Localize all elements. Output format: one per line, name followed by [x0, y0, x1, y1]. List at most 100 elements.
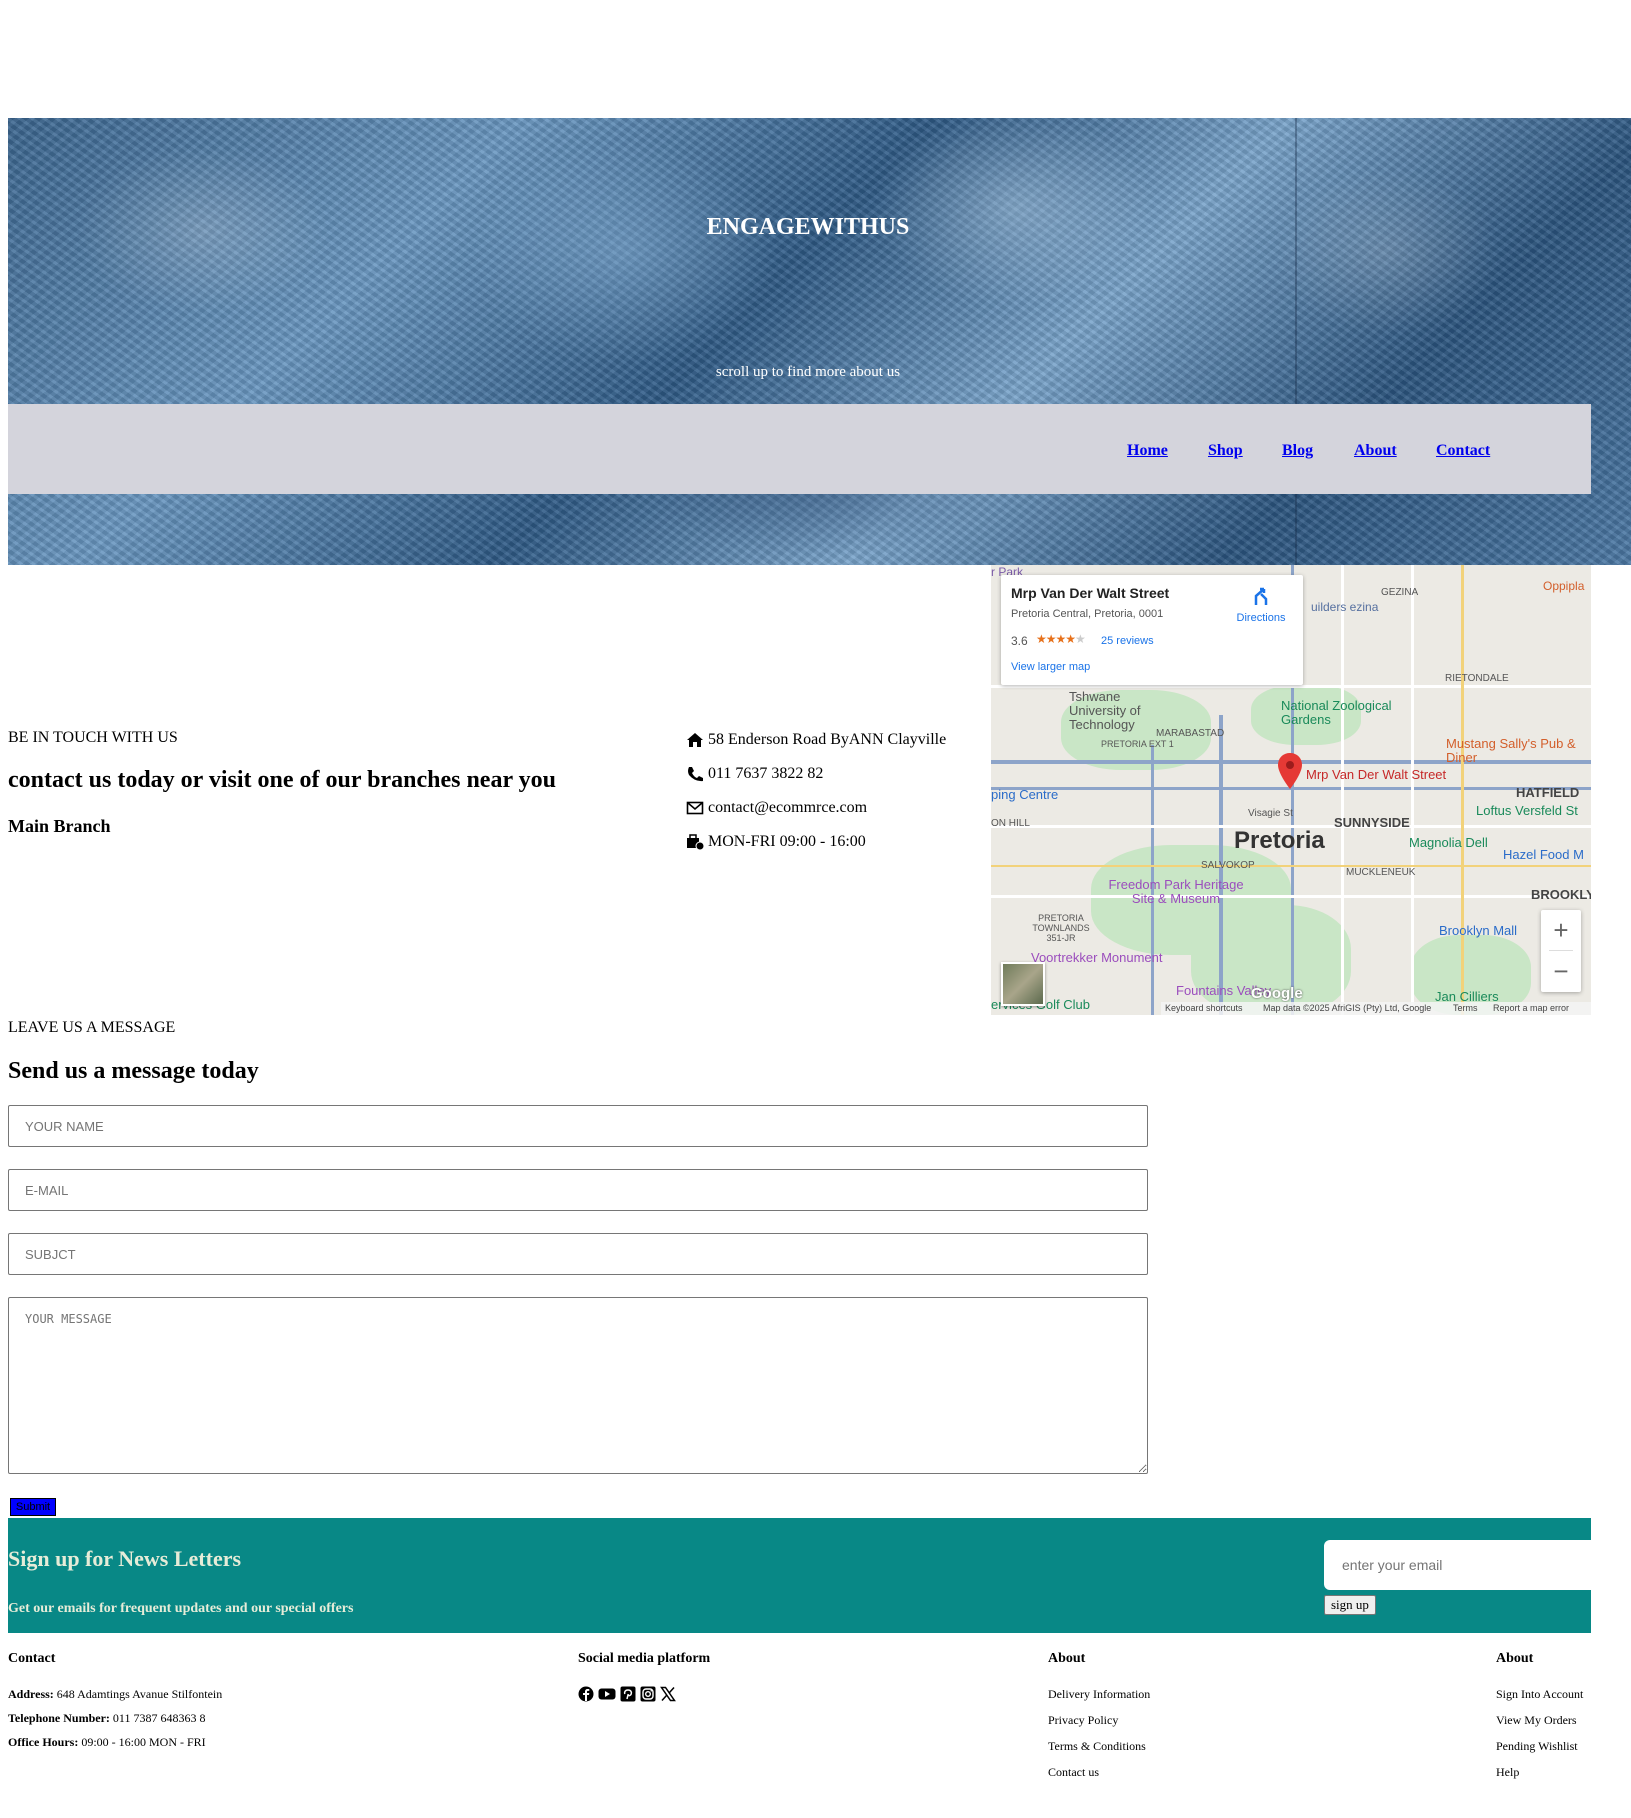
- map-label-pretoria-ext: PRETORIA EXT 1: [1101, 739, 1174, 749]
- place-address: Pretoria Central, Pretoria, 0001: [1011, 608, 1164, 620]
- report-map-error-link[interactable]: Report a map error: [1493, 1003, 1569, 1013]
- footer-hours: Office Hours: 09:00 - 16:00 MON - FRI: [8, 1735, 206, 1749]
- delivery-information-link[interactable]: Delivery Information: [1048, 1687, 1150, 1702]
- navigation-bar: Home Shop Blog About Contact: [8, 404, 1591, 494]
- map-place-card: Mrp Van Der Walt Street Pretoria Central…: [1001, 575, 1303, 685]
- rating-stars-icon: ★★★★★: [1036, 632, 1086, 646]
- social-icons: [578, 1686, 676, 1702]
- map-label-hill: ON HILL: [991, 818, 1030, 829]
- phone-text: 011 7637 3822 82: [708, 765, 824, 782]
- nav-about[interactable]: About: [1354, 442, 1397, 460]
- keyboard-shortcuts-link[interactable]: Keyboard shortcuts: [1165, 1003, 1243, 1013]
- address-row: 58 Enderson Road ByANN Clayville: [686, 731, 946, 749]
- email-field[interactable]: [8, 1169, 1148, 1211]
- pending-wishlist-link[interactable]: Pending Wishlist: [1496, 1739, 1578, 1754]
- facebook-icon[interactable]: [578, 1686, 594, 1702]
- phone-row: 011 7637 3822 82: [686, 765, 823, 783]
- map-label-hazel: Hazel Food M: [1503, 847, 1584, 862]
- directions-button[interactable]: Directions: [1226, 585, 1296, 624]
- nav-contact[interactable]: Contact: [1436, 442, 1490, 460]
- map-label-freedom-park: Freedom Park Heritage Site & Museum: [1108, 877, 1244, 906]
- view-larger-map-link[interactable]: View larger map: [1011, 661, 1090, 673]
- instagram-icon[interactable]: [640, 1686, 656, 1702]
- satellite-toggle[interactable]: [1001, 962, 1045, 1006]
- phone-icon: [688, 767, 703, 782]
- email-text: contact@ecommrce.com: [708, 799, 868, 816]
- map-label-tut: Tshwane University of Technology: [1069, 689, 1141, 732]
- help-link[interactable]: Help: [1496, 1765, 1519, 1780]
- map-label-mustang: Mustang Sally's Pub & Diner: [1446, 736, 1576, 765]
- hero-subtitle: scroll up to find more about us: [715, 364, 901, 380]
- footer-about-heading-2: About: [1496, 1651, 1534, 1666]
- map-attribution: Map data ©2025 AfriGIS (Pty) Ltd, Google: [1263, 1003, 1432, 1013]
- footer-phone: Telephone Number: 011 7387 648363 8: [8, 1711, 206, 1725]
- map-label-voortrekker: Voortrekker Monument: [1031, 950, 1163, 965]
- email-row: contact@ecommrce.com: [686, 799, 867, 817]
- business-time-icon: [687, 834, 704, 850]
- contact-us-link[interactable]: Contact us: [1048, 1765, 1099, 1780]
- newsletter-title: Sign up for News Letters: [8, 1546, 242, 1571]
- nav-blog[interactable]: Blog: [1282, 442, 1313, 460]
- view-my-orders-link[interactable]: View My Orders: [1496, 1713, 1577, 1728]
- map-label-gezina: GEZINA: [1381, 587, 1419, 598]
- map-label-townlands: PRETORIA TOWNLANDS 351-JR: [1032, 913, 1090, 943]
- newsletter-email-input[interactable]: [1324, 1540, 1591, 1590]
- map-footer: Keyboard shortcuts Map data ©2025 AfriGI…: [1161, 1002, 1591, 1015]
- map-label-builders: uilders ezina: [1311, 600, 1379, 614]
- terms-conditions-link[interactable]: Terms & Conditions: [1048, 1739, 1146, 1754]
- nav-home[interactable]: Home: [1127, 442, 1168, 460]
- directions-label: Directions: [1236, 612, 1286, 624]
- zoom-out-button[interactable]: −: [1541, 951, 1581, 991]
- footer-address: Address: 648 Adamtings Avanue Stilfontei…: [8, 1687, 223, 1701]
- map-label-oppipla: Oppipla: [1543, 579, 1585, 593]
- newsletter-banner: Sign up for News Letters Get our emails …: [8, 1518, 1591, 1633]
- map-label-salvokop: SALVOKOP: [1201, 860, 1255, 871]
- map-label-rietondale: RIETONDALE: [1445, 673, 1509, 684]
- submit-button[interactable]: Submit: [10, 1498, 56, 1516]
- map-label-brooklyn-mall: Brooklyn Mall: [1439, 923, 1518, 938]
- privacy-policy-link[interactable]: Privacy Policy: [1048, 1713, 1118, 1728]
- address-text: 58 Enderson Road ByANN Clayville: [708, 731, 947, 748]
- footer-contact-heading: Contact: [8, 1651, 56, 1666]
- map-label-zoo: National Zoological Gardens: [1281, 698, 1392, 727]
- footer-social-heading: Social media platform: [578, 1651, 711, 1666]
- home-icon: [687, 733, 703, 747]
- map-label-marabastad: MARABASTAD: [1156, 728, 1225, 739]
- envelope-icon: [686, 801, 704, 815]
- message-field[interactable]: [8, 1297, 1148, 1474]
- message-heading: Send us a message today: [8, 1058, 259, 1084]
- newsletter-subtitle: Get our emails for frequent updates and …: [8, 1601, 354, 1616]
- map-label-city: Pretoria: [1234, 827, 1325, 854]
- google-logo: Google: [1251, 985, 1303, 1002]
- map-label-brooklyn: BROOKLY: [1531, 887, 1591, 902]
- place-rating: 3.6: [1011, 634, 1028, 648]
- hero-banner: ENGAGEWITHUS scroll up to find more abou…: [8, 118, 1631, 565]
- x-icon[interactable]: [660, 1686, 676, 1702]
- map-label-muckleneuk: MUCKLENEUK: [1346, 867, 1416, 878]
- hero-image-seam: [1295, 118, 1297, 565]
- contact-heading: contact us today or visit one of our bra…: [8, 767, 557, 793]
- pinterest-icon[interactable]: [620, 1686, 636, 1702]
- name-field[interactable]: [8, 1105, 1148, 1147]
- map-label-shopping: ping Centre: [991, 787, 1059, 802]
- message-kicker: LEAVE US A MESSAGE: [8, 1019, 176, 1036]
- youtube-icon[interactable]: [598, 1686, 616, 1702]
- sign-into-account-link[interactable]: Sign Into Account: [1496, 1687, 1583, 1702]
- zoom-in-button[interactable]: +: [1541, 910, 1581, 950]
- reviews-link[interactable]: 25 reviews: [1101, 635, 1154, 647]
- zoom-control: + −: [1541, 910, 1581, 992]
- newsletter-signup-button[interactable]: sign up: [1324, 1595, 1376, 1615]
- map-label-visagie: Visagie St: [1248, 808, 1293, 819]
- map-label-loftus: Loftus Versfeld St: [1476, 803, 1578, 818]
- directions-icon: [1254, 587, 1268, 605]
- subject-field[interactable]: [8, 1233, 1148, 1275]
- terms-link[interactable]: Terms: [1453, 1003, 1478, 1013]
- nav-shop[interactable]: Shop: [1208, 442, 1243, 460]
- hero-title: ENGAGEWITHUS: [706, 214, 910, 240]
- hours-row: MON-FRI 09:00 - 16:00: [686, 833, 866, 851]
- map-pin-icon[interactable]: [1278, 753, 1302, 789]
- contact-kicker: BE IN TOUCH WITH US: [8, 729, 178, 746]
- embedded-map[interactable]: GEZINA Oppipla uilders ezina r Park Tshw…: [991, 565, 1591, 1015]
- footer-about-heading-1: About: [1048, 1651, 1086, 1666]
- branch-title: Main Branch: [8, 816, 111, 836]
